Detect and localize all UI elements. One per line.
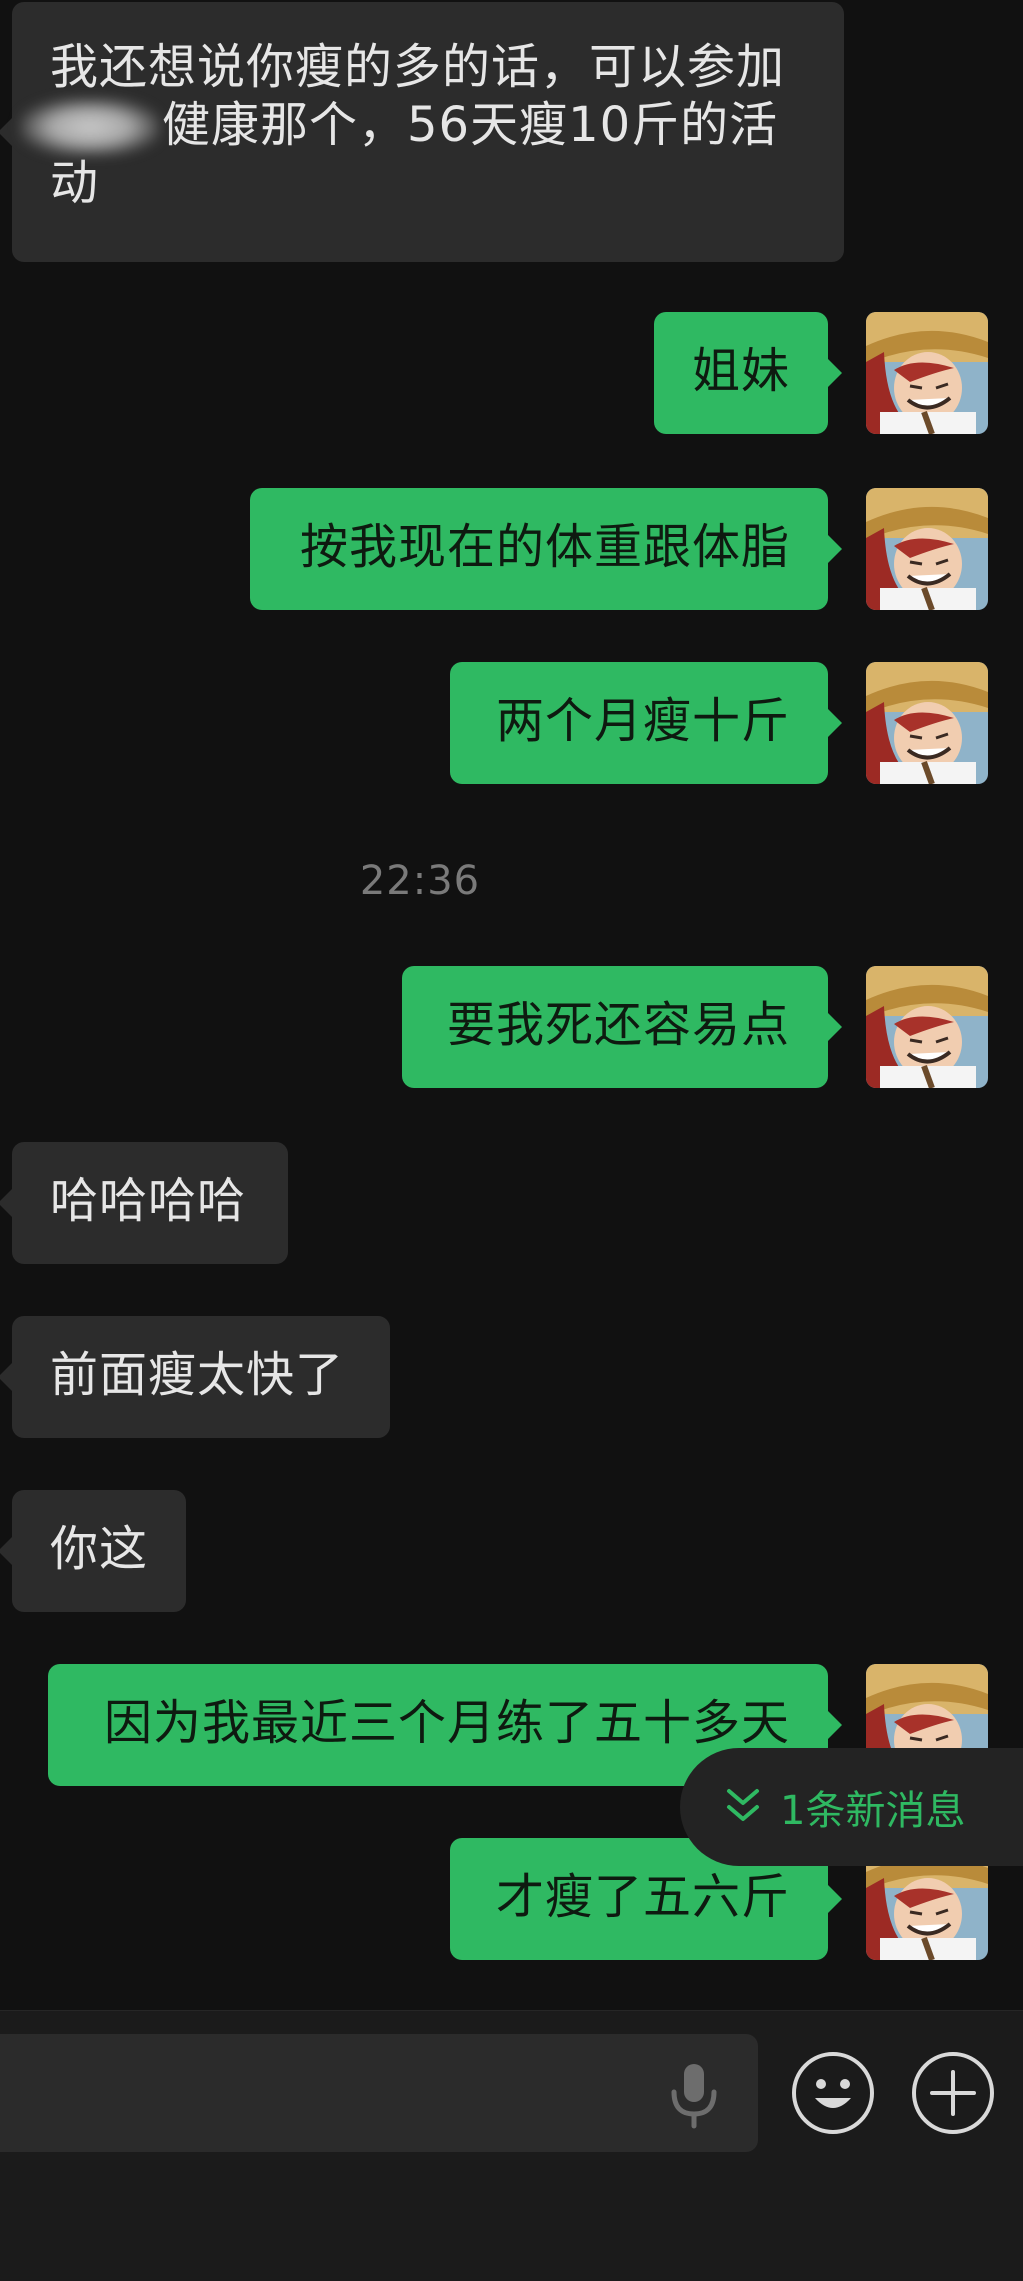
- message-text: 因为我最近三个月练了五十多天: [103, 1695, 790, 1751]
- incoming-message-bubble[interactable]: 哈哈哈哈: [0, 1142, 288, 1264]
- message-line-2: 健康那个，56天瘦10斤的活: [162, 97, 779, 153]
- avatar[interactable]: [866, 488, 988, 610]
- message-line-3: 动: [50, 155, 100, 211]
- message-line-1: 我还想说你瘦的多的话，可以参加: [50, 39, 786, 95]
- incoming-message-bubble[interactable]: 前面瘦太快了: [0, 1316, 390, 1438]
- new-message-label: 1条新消息: [780, 1788, 966, 1834]
- plus-button[interactable]: [912, 2052, 994, 2134]
- new-message-button[interactable]: 1条新消息: [680, 1748, 1023, 1866]
- avatar[interactable]: [866, 312, 988, 434]
- outgoing-message-bubble[interactable]: 按我现在的体重跟体脂: [250, 488, 842, 610]
- message-text: 姐妹: [692, 343, 791, 399]
- emoji-icon: [815, 2079, 851, 2108]
- incoming-message-bubble[interactable]: 你这: [0, 1490, 186, 1612]
- message-text: 两个月瘦十斤: [495, 693, 790, 749]
- message-text: 前面瘦太快了: [50, 1347, 345, 1403]
- message-text: 哈哈哈哈: [50, 1173, 247, 1229]
- microphone-icon[interactable]: [666, 2060, 722, 2130]
- message-text: 才瘦了五六斤: [495, 1869, 790, 1925]
- message-input[interactable]: [0, 2034, 758, 2152]
- emoji-button[interactable]: [792, 2052, 874, 2134]
- timestamp: 22:36: [359, 858, 481, 904]
- avatar[interactable]: [866, 662, 988, 784]
- redacted-name-blur: [20, 98, 160, 156]
- message-text: 你这: [50, 1521, 149, 1577]
- outgoing-message-bubble[interactable]: 两个月瘦十斤: [450, 662, 842, 784]
- avatar[interactable]: [866, 966, 988, 1088]
- double-chevron-down-icon: [727, 1789, 759, 1821]
- plus-icon: [930, 2070, 976, 2116]
- message-text: 要我死还容易点: [446, 997, 790, 1053]
- message-text: 按我现在的体重跟体脂: [299, 519, 790, 575]
- outgoing-message-bubble[interactable]: 姐妹: [654, 312, 842, 434]
- outgoing-message-bubble[interactable]: 要我死还容易点: [402, 966, 842, 1088]
